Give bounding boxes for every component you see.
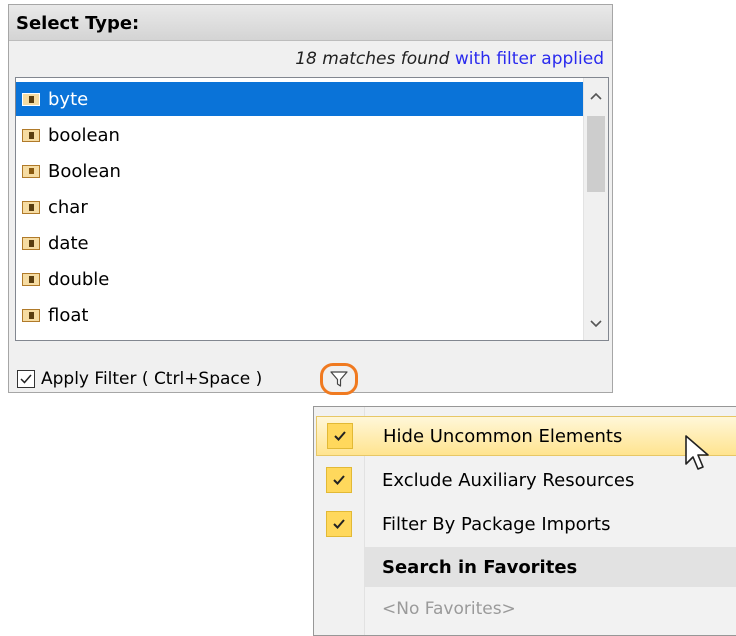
menu-section-header: Search in Favorites [364,547,736,587]
panel-title: Select Type: [16,13,140,34]
filter-applied-link[interactable]: with filter applied [455,49,604,69]
type-list[interactable]: byte boolean Boolean char date double fl… [15,77,609,341]
list-scrollbar[interactable] [583,78,608,340]
list-item-double[interactable]: double [16,262,584,296]
primitive-type-icon [22,164,40,178]
check-icon [326,511,352,537]
menu-item-label: Exclude Auxiliary Resources [382,469,635,491]
list-item-label: float [48,304,89,326]
list-item-Boolean[interactable]: Boolean [16,154,584,188]
scroll-up-icon[interactable] [584,84,608,108]
list-item-char[interactable]: char [16,190,584,224]
menu-item-label: Hide Uncommon Elements [383,425,623,447]
data-type-icon [22,128,40,142]
menu-item-filter-by-package-imports[interactable]: Filter By Package Imports [316,504,736,544]
apply-filter-label: Apply Filter ( Ctrl+Space ) [41,369,263,389]
list-item-label: char [48,196,88,218]
no-favorites-item: <No Favorites> [382,599,516,619]
list-item-label: date [48,232,89,254]
scroll-down-icon[interactable] [584,312,608,336]
mouse-cursor-icon [685,435,709,470]
list-item-date[interactable]: date [16,226,584,260]
data-type-icon [22,308,40,322]
data-type-icon [22,236,40,250]
list-item-label: Boolean [48,160,121,182]
scroll-thumb[interactable] [587,116,605,192]
panel-header: Select Type: [9,5,612,41]
select-type-panel: Select Type: 18 matches found with filte… [8,4,613,395]
list-item-label: byte [48,88,89,110]
apply-filter-checkbox[interactable] [17,370,35,388]
filter-options-menu: Hide Uncommon Elements Exclude Auxiliary… [313,406,736,636]
list-item-boolean[interactable]: boolean [16,118,584,152]
menu-item-hide-uncommon-elements[interactable]: Hide Uncommon Elements [316,416,736,456]
funnel-icon [330,371,348,387]
menu-item-exclude-auxiliary-resources[interactable]: Exclude Auxiliary Resources [316,460,736,500]
matches-status: 18 matches found with filter applied [295,49,604,69]
list-item-label: boolean [48,124,120,146]
data-type-icon [22,272,40,286]
list-item-label: double [48,268,110,290]
check-icon [326,467,352,493]
match-count: 18 matches found [295,49,450,69]
data-type-icon [22,200,40,214]
menu-item-label: Filter By Package Imports [382,513,611,535]
check-icon [327,423,353,449]
checkmark-icon [20,374,32,384]
section-header-label: Search in Favorites [382,556,578,578]
filter-options-button[interactable] [320,363,358,395]
list-item-float[interactable]: float [16,298,584,332]
apply-filter-row[interactable]: Apply Filter ( Ctrl+Space ) [17,367,262,391]
list-item-partial[interactable] [16,334,584,340]
data-type-icon [22,92,40,106]
list-item-byte[interactable]: byte [16,82,584,116]
